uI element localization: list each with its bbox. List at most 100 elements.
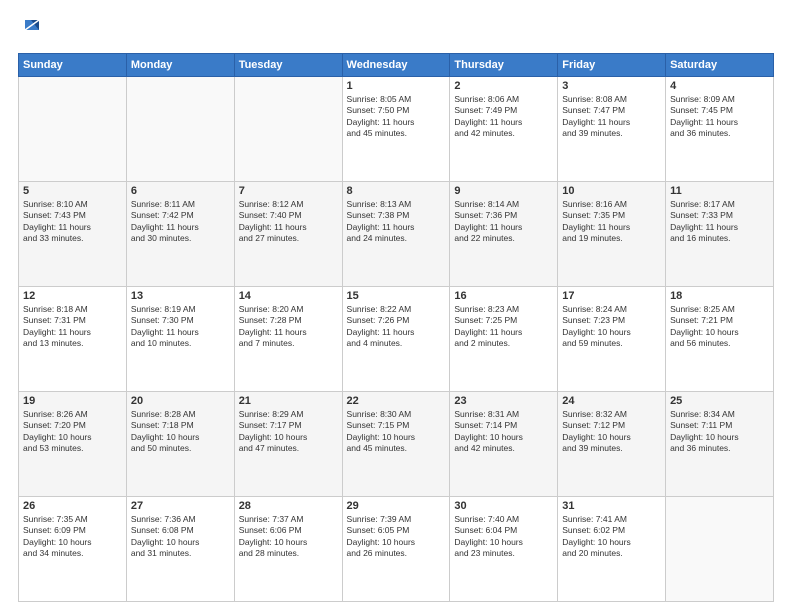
day-cell: 16 Sunrise: 8:23 AM Sunset: 7:25 PM Dayli… bbox=[450, 287, 558, 392]
day-info: Sunrise: 7:41 AM Sunset: 6:02 PM Dayligh… bbox=[562, 514, 661, 560]
day-number: 6 bbox=[131, 185, 230, 197]
day-info: Sunrise: 8:13 AM Sunset: 7:38 PM Dayligh… bbox=[347, 199, 446, 245]
day-cell bbox=[234, 77, 342, 182]
week-row-3: 12 Sunrise: 8:18 AM Sunset: 7:31 PM Dayli… bbox=[19, 287, 774, 392]
day-cell: 28 Sunrise: 7:37 AM Sunset: 6:06 PM Dayli… bbox=[234, 497, 342, 602]
day-cell: 14 Sunrise: 8:20 AM Sunset: 7:28 PM Dayli… bbox=[234, 287, 342, 392]
week-row-4: 19 Sunrise: 8:26 AM Sunset: 7:20 PM Dayli… bbox=[19, 392, 774, 497]
logo-text bbox=[18, 18, 43, 43]
day-info: Sunrise: 8:08 AM Sunset: 7:47 PM Dayligh… bbox=[562, 94, 661, 140]
day-info: Sunrise: 8:26 AM Sunset: 7:20 PM Dayligh… bbox=[23, 409, 122, 455]
day-number: 4 bbox=[670, 80, 769, 92]
day-number: 18 bbox=[670, 290, 769, 302]
day-info: Sunrise: 7:36 AM Sunset: 6:08 PM Dayligh… bbox=[131, 514, 230, 560]
day-info: Sunrise: 8:05 AM Sunset: 7:50 PM Dayligh… bbox=[347, 94, 446, 140]
day-cell: 13 Sunrise: 8:19 AM Sunset: 7:30 PM Dayli… bbox=[126, 287, 234, 392]
day-info: Sunrise: 7:40 AM Sunset: 6:04 PM Dayligh… bbox=[454, 514, 553, 560]
day-cell: 5Sunrise: 8:10 AM Sunset: 7:43 PM Daylig… bbox=[19, 182, 127, 287]
day-number: 21 bbox=[239, 395, 338, 407]
day-number: 30 bbox=[454, 500, 553, 512]
day-number: 10 bbox=[562, 185, 661, 197]
day-number: 8 bbox=[347, 185, 446, 197]
day-info: Sunrise: 8:34 AM Sunset: 7:11 PM Dayligh… bbox=[670, 409, 769, 455]
day-cell: 19 Sunrise: 8:26 AM Sunset: 7:20 PM Dayli… bbox=[19, 392, 127, 497]
day-number: 12 bbox=[23, 290, 122, 302]
day-cell: 15 Sunrise: 8:22 AM Sunset: 7:26 PM Dayli… bbox=[342, 287, 450, 392]
day-number: 19 bbox=[23, 395, 122, 407]
day-number: 13 bbox=[131, 290, 230, 302]
day-number: 26 bbox=[23, 500, 122, 512]
day-cell: 25 Sunrise: 8:34 AM Sunset: 7:11 PM Dayli… bbox=[666, 392, 774, 497]
day-number: 22 bbox=[347, 395, 446, 407]
day-number: 20 bbox=[131, 395, 230, 407]
day-number: 25 bbox=[670, 395, 769, 407]
day-cell: 2Sunrise: 8:06 AM Sunset: 7:49 PM Daylig… bbox=[450, 77, 558, 182]
day-info: Sunrise: 8:23 AM Sunset: 7:25 PM Dayligh… bbox=[454, 304, 553, 350]
day-info: Sunrise: 8:30 AM Sunset: 7:15 PM Dayligh… bbox=[347, 409, 446, 455]
week-row-2: 5Sunrise: 8:10 AM Sunset: 7:43 PM Daylig… bbox=[19, 182, 774, 287]
day-info: Sunrise: 8:28 AM Sunset: 7:18 PM Dayligh… bbox=[131, 409, 230, 455]
day-cell: 1 Sunrise: 8:05 AM Sunset: 7:50 PM Daylig… bbox=[342, 77, 450, 182]
day-info: Sunrise: 8:22 AM Sunset: 7:26 PM Dayligh… bbox=[347, 304, 446, 350]
day-info: Sunrise: 8:16 AM Sunset: 7:35 PM Dayligh… bbox=[562, 199, 661, 245]
day-header-saturday: Saturday bbox=[666, 54, 774, 77]
day-cell bbox=[666, 497, 774, 602]
day-info: Sunrise: 8:11 AM Sunset: 7:42 PM Dayligh… bbox=[131, 199, 230, 245]
day-header-wednesday: Wednesday bbox=[342, 54, 450, 77]
day-info: Sunrise: 8:09 AM Sunset: 7:45 PM Dayligh… bbox=[670, 94, 769, 140]
day-number: 27 bbox=[131, 500, 230, 512]
day-cell: 17Sunrise: 8:24 AM Sunset: 7:23 PM Dayli… bbox=[558, 287, 666, 392]
day-info: Sunrise: 8:20 AM Sunset: 7:28 PM Dayligh… bbox=[239, 304, 338, 350]
day-info: Sunrise: 7:37 AM Sunset: 6:06 PM Dayligh… bbox=[239, 514, 338, 560]
day-number: 2 bbox=[454, 80, 553, 92]
day-cell: 21 Sunrise: 8:29 AM Sunset: 7:17 PM Dayli… bbox=[234, 392, 342, 497]
day-number: 14 bbox=[239, 290, 338, 302]
day-info: Sunrise: 8:25 AM Sunset: 7:21 PM Dayligh… bbox=[670, 304, 769, 350]
day-header-monday: Monday bbox=[126, 54, 234, 77]
day-info: Sunrise: 7:35 AM Sunset: 6:09 PM Dayligh… bbox=[23, 514, 122, 560]
day-cell: 23Sunrise: 8:31 AM Sunset: 7:14 PM Dayli… bbox=[450, 392, 558, 497]
day-info: Sunrise: 8:17 AM Sunset: 7:33 PM Dayligh… bbox=[670, 199, 769, 245]
day-cell: 29Sunrise: 7:39 AM Sunset: 6:05 PM Dayli… bbox=[342, 497, 450, 602]
day-number: 28 bbox=[239, 500, 338, 512]
day-number: 24 bbox=[562, 395, 661, 407]
day-header-sunday: Sunday bbox=[19, 54, 127, 77]
day-info: Sunrise: 8:18 AM Sunset: 7:31 PM Dayligh… bbox=[23, 304, 122, 350]
day-number: 16 bbox=[454, 290, 553, 302]
day-info: Sunrise: 8:32 AM Sunset: 7:12 PM Dayligh… bbox=[562, 409, 661, 455]
day-cell: 26 Sunrise: 7:35 AM Sunset: 6:09 PM Dayli… bbox=[19, 497, 127, 602]
day-number: 5 bbox=[23, 185, 122, 197]
day-cell: 12 Sunrise: 8:18 AM Sunset: 7:31 PM Dayli… bbox=[19, 287, 127, 392]
week-row-5: 26 Sunrise: 7:35 AM Sunset: 6:09 PM Dayli… bbox=[19, 497, 774, 602]
day-info: Sunrise: 8:19 AM Sunset: 7:30 PM Dayligh… bbox=[131, 304, 230, 350]
day-cell: 8 Sunrise: 8:13 AM Sunset: 7:38 PM Daylig… bbox=[342, 182, 450, 287]
day-info: Sunrise: 8:24 AM Sunset: 7:23 PM Dayligh… bbox=[562, 304, 661, 350]
day-header-thursday: Thursday bbox=[450, 54, 558, 77]
day-number: 15 bbox=[347, 290, 446, 302]
day-number: 9 bbox=[454, 185, 553, 197]
day-cell: 3 Sunrise: 8:08 AM Sunset: 7:47 PM Daylig… bbox=[558, 77, 666, 182]
day-header-friday: Friday bbox=[558, 54, 666, 77]
day-cell: 20 Sunrise: 8:28 AM Sunset: 7:18 PM Dayli… bbox=[126, 392, 234, 497]
day-info: Sunrise: 8:12 AM Sunset: 7:40 PM Dayligh… bbox=[239, 199, 338, 245]
day-header-tuesday: Tuesday bbox=[234, 54, 342, 77]
day-info: Sunrise: 8:14 AM Sunset: 7:36 PM Dayligh… bbox=[454, 199, 553, 245]
day-cell: 4 Sunrise: 8:09 AM Sunset: 7:45 PM Daylig… bbox=[666, 77, 774, 182]
day-info: Sunrise: 8:31 AM Sunset: 7:14 PM Dayligh… bbox=[454, 409, 553, 455]
week-row-1: 1 Sunrise: 8:05 AM Sunset: 7:50 PM Daylig… bbox=[19, 77, 774, 182]
day-cell: 22 Sunrise: 8:30 AM Sunset: 7:15 PM Dayli… bbox=[342, 392, 450, 497]
day-cell: 11Sunrise: 8:17 AM Sunset: 7:33 PM Dayli… bbox=[666, 182, 774, 287]
day-cell: 18 Sunrise: 8:25 AM Sunset: 7:21 PM Dayli… bbox=[666, 287, 774, 392]
logo bbox=[18, 18, 43, 43]
day-number: 29 bbox=[347, 500, 446, 512]
logo-line1 bbox=[18, 18, 43, 43]
day-info: Sunrise: 8:29 AM Sunset: 7:17 PM Dayligh… bbox=[239, 409, 338, 455]
day-cell bbox=[19, 77, 127, 182]
header-row: SundayMondayTuesdayWednesdayThursdayFrid… bbox=[19, 54, 774, 77]
day-cell: 10 Sunrise: 8:16 AM Sunset: 7:35 PM Dayli… bbox=[558, 182, 666, 287]
day-number: 3 bbox=[562, 80, 661, 92]
day-cell: 6 Sunrise: 8:11 AM Sunset: 7:42 PM Daylig… bbox=[126, 182, 234, 287]
day-number: 1 bbox=[347, 80, 446, 92]
header bbox=[18, 18, 774, 43]
day-cell: 7Sunrise: 8:12 AM Sunset: 7:40 PM Daylig… bbox=[234, 182, 342, 287]
